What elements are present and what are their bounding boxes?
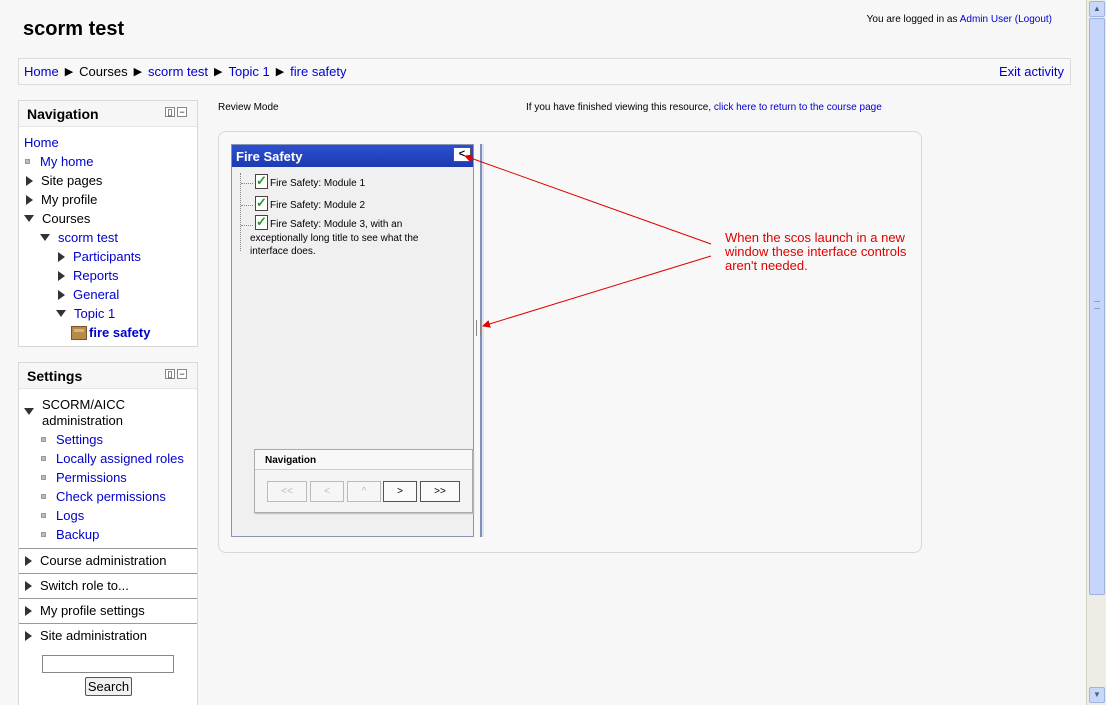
scroll-up-icon[interactable]: ▲ xyxy=(1089,1,1105,17)
scrollbar-thumb[interactable] xyxy=(1089,18,1105,595)
annotation-arrow xyxy=(464,154,712,245)
page: scorm test You are logged in as Admin Us… xyxy=(0,0,1086,705)
scroll-down-icon[interactable]: ▼ xyxy=(1089,687,1105,703)
annotation-arrows xyxy=(464,154,712,328)
vertical-scrollbar[interactable]: ▲ ▼ xyxy=(1086,0,1106,705)
grip-icon xyxy=(1094,301,1100,309)
annotation-arrow xyxy=(482,255,712,328)
